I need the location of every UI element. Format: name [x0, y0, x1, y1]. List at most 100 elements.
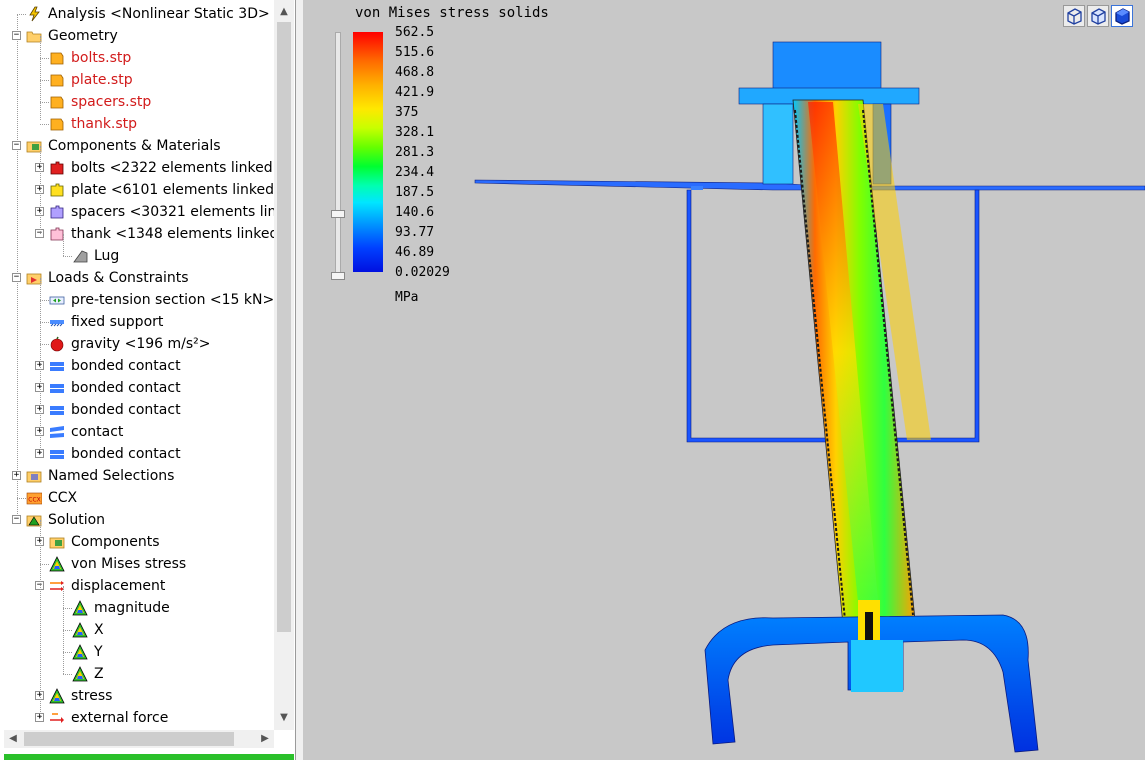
tree-item[interactable]: + external force: [35, 707, 274, 729]
horizontal-scroll-thumb[interactable]: [24, 732, 234, 746]
tree-item-label: CCX: [48, 490, 78, 506]
3d-viewport[interactable]: von Mises stress solids 562.5 515.6 468.8 4…: [303, 0, 1145, 760]
force-arrow-icon: [49, 710, 65, 726]
collapse-icon[interactable]: −: [12, 141, 21, 150]
displacement-guide-line: [63, 586, 64, 674]
tree-item[interactable]: von Mises stress: [35, 553, 274, 575]
tree-connector-line: [40, 124, 49, 125]
legend-tick-label: 0.02029: [395, 265, 450, 280]
result-triangle-icon: [72, 666, 88, 682]
tree-item-label: Analysis <Nonlinear Static 3D>: [48, 6, 270, 22]
tree-vertical-scrollbar[interactable]: ▲ ▼: [274, 0, 294, 730]
tree-item[interactable]: − Geometry: [12, 25, 274, 47]
analysis-lightning-icon: [26, 6, 42, 22]
collapse-icon[interactable]: −: [12, 31, 21, 40]
legend-tick-label: 93.77: [395, 225, 435, 240]
tree-item[interactable]: thank.stp: [35, 113, 274, 135]
tree-connector-line: [40, 102, 49, 103]
tree-item[interactable]: CCX CCX: [12, 487, 274, 509]
tree-item[interactable]: − displacement: [35, 575, 274, 597]
fea-model-render[interactable]: [303, 0, 1145, 760]
lug-icon: [72, 248, 88, 264]
tree-item[interactable]: − Components & Materials: [12, 135, 274, 157]
vertical-scroll-thumb[interactable]: [277, 22, 291, 632]
shaded-view-icon: [1115, 8, 1130, 25]
tree-item[interactable]: fixed support: [35, 311, 274, 333]
tree-item[interactable]: − Solution: [12, 509, 274, 531]
tree-item-label: fixed support: [71, 314, 164, 330]
tree-item-label: stress: [71, 688, 113, 704]
tree-connector-line: [63, 256, 72, 257]
legend-tick-label: 328.1: [395, 125, 435, 140]
tree-item[interactable]: − thank <1348 elements linked>: [35, 223, 274, 245]
tree-item[interactable]: spacers.stp: [35, 91, 274, 113]
components-guide-line: [40, 146, 41, 234]
pretension-icon: [49, 292, 65, 308]
tree-item[interactable]: + bonded contact: [35, 443, 274, 465]
tree-item-label: pre-tension section <15 kN>: [71, 292, 274, 308]
tree-item[interactable]: Lug: [58, 245, 274, 267]
legend-units: MPa: [395, 290, 419, 305]
tree-item-label: Z: [94, 666, 104, 682]
collapse-icon[interactable]: −: [12, 273, 21, 282]
tree-item[interactable]: magnitude: [58, 597, 274, 619]
tree-item[interactable]: + bonded contact: [35, 355, 274, 377]
tree-connector-line: [40, 300, 49, 301]
tree-item-label: spacers <30321 elements link: [71, 204, 274, 220]
tree-item[interactable]: Y: [58, 641, 274, 663]
result-triangle-icon: [49, 688, 65, 704]
solid-view-button[interactable]: [1087, 5, 1109, 27]
legend-tick-label: 468.8: [395, 65, 435, 80]
model-tree[interactable]: Analysis <Nonlinear Static 3D> − Geometry b…: [4, 0, 274, 730]
contact-icon: [49, 402, 65, 418]
tree-item[interactable]: + bonded contact: [35, 377, 274, 399]
tree-item[interactable]: plate.stp: [35, 69, 274, 91]
panel-splitter[interactable]: [296, 0, 303, 760]
scroll-down-icon[interactable]: ▼: [274, 708, 294, 728]
tree-item[interactable]: + Named Selections: [12, 465, 274, 487]
tree-item-label: bonded contact: [71, 402, 181, 418]
tree-item[interactable]: Z: [58, 663, 274, 685]
tree-item[interactable]: + Components: [35, 531, 274, 553]
shaded-view-button[interactable]: [1111, 5, 1133, 27]
result-title: von Mises stress solids: [355, 5, 549, 21]
result-triangle-icon: [72, 600, 88, 616]
legend-slider-upper-handle[interactable]: [331, 210, 345, 218]
legend-slider-track[interactable]: [335, 32, 341, 279]
wireframe-view-button[interactable]: [1063, 5, 1085, 27]
collapse-icon[interactable]: −: [12, 515, 21, 524]
tree-item[interactable]: bolts.stp: [35, 47, 274, 69]
tree-item-label: thank.stp: [71, 116, 138, 132]
legend-slider-lower-handle[interactable]: [331, 272, 345, 280]
scroll-up-icon[interactable]: ▲: [274, 2, 294, 22]
geometry-file-icon: [49, 116, 65, 132]
tree-item[interactable]: X: [58, 619, 274, 641]
legend-tick-label: 46.89: [395, 245, 435, 260]
tree-item-label: Geometry: [48, 28, 118, 44]
tree-item[interactable]: + contact: [35, 421, 274, 443]
tree-item[interactable]: Analysis <Nonlinear Static 3D>: [12, 3, 274, 25]
tree-item-label: Named Selections: [48, 468, 175, 484]
components-icon: [49, 534, 65, 550]
scroll-right-icon[interactable]: ▶: [256, 730, 274, 748]
tree-connector-line: [17, 14, 26, 15]
scroll-left-icon[interactable]: ◀: [4, 730, 22, 748]
tree-item[interactable]: + spacers <30321 elements link: [35, 201, 274, 223]
tree-item[interactable]: + bolts <2322 elements linked>: [35, 157, 274, 179]
expand-icon[interactable]: +: [12, 471, 21, 480]
tree-connector-line: [40, 564, 49, 565]
legend-tick-label: 375: [395, 105, 419, 120]
legend-tick-label: 515.6: [395, 45, 435, 60]
tree-item[interactable]: pre-tension section <15 kN>: [35, 289, 274, 311]
progress-status-bar: [4, 754, 294, 760]
tree-item[interactable]: + plate <6101 elements linked>: [35, 179, 274, 201]
tree-item-label: Components & Materials: [48, 138, 221, 154]
tree-item[interactable]: gravity <196 m/s²>: [35, 333, 274, 355]
tree-item[interactable]: + bonded contact: [35, 399, 274, 421]
tree-connector-line: [17, 498, 26, 499]
tree-item[interactable]: + stress: [35, 685, 274, 707]
tree-horizontal-scrollbar[interactable]: ◀ ▶: [4, 730, 274, 748]
tree-item[interactable]: − Loads & Constraints: [12, 267, 274, 289]
tree-connector-line: [40, 344, 49, 345]
tree-item-label: bonded contact: [71, 380, 181, 396]
